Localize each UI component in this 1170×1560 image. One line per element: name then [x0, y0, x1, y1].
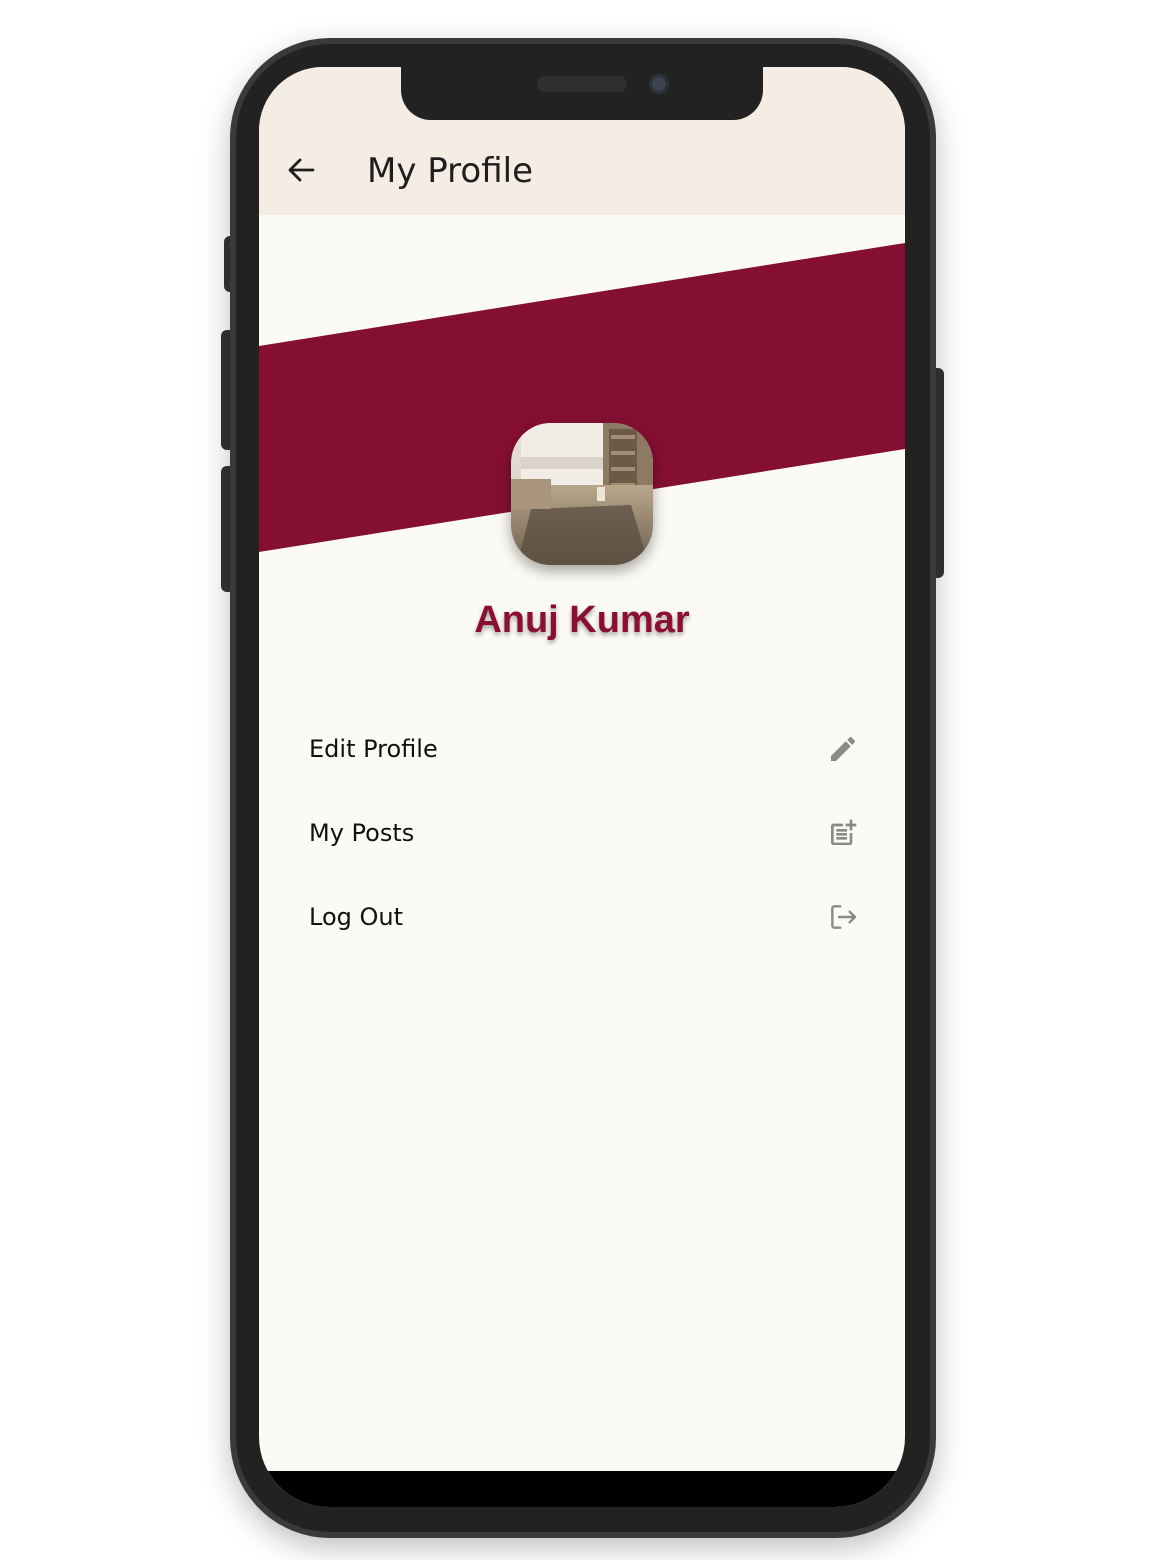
menu-item-my-posts[interactable]: My Posts: [289, 793, 875, 873]
logout-icon: [831, 905, 857, 929]
menu-item-log-out[interactable]: Log Out: [289, 877, 875, 957]
arrow-left-icon[interactable]: [285, 154, 317, 186]
front-camera: [649, 74, 669, 94]
menu-item-label: Log Out: [309, 903, 404, 931]
phone-notch: [401, 67, 763, 120]
menu-item-label: My Posts: [309, 819, 415, 847]
avatar-image: [511, 423, 653, 565]
post-add-icon: [831, 819, 857, 845]
avatar[interactable]: [511, 423, 653, 565]
menu-item-edit-profile[interactable]: Edit Profile: [289, 709, 875, 789]
app-screen: My Profile Anuj Kumar Edit Profile My Po…: [259, 67, 905, 1507]
pencil-icon: [831, 736, 856, 761]
speaker-grille: [537, 76, 627, 92]
page-title: My Profile: [367, 151, 533, 191]
profile-name: Anuj Kumar: [474, 599, 690, 641]
system-nav-bar: [259, 1471, 905, 1507]
menu-item-label: Edit Profile: [309, 735, 438, 763]
